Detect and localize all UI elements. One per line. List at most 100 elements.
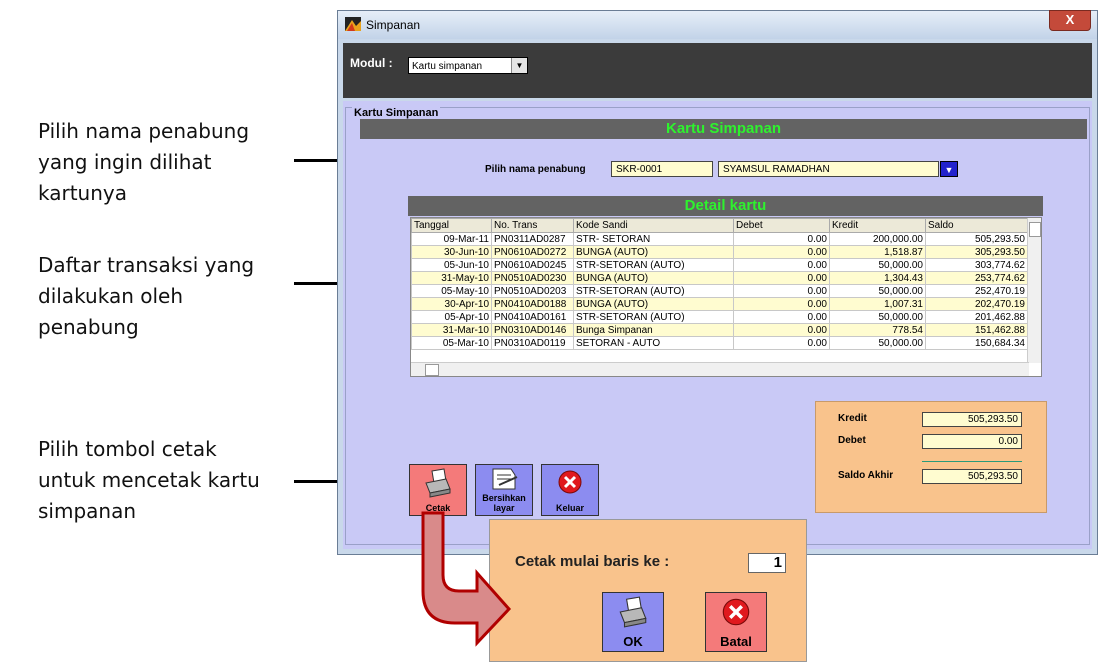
ok-label: OK (623, 634, 643, 649)
modul-select[interactable]: Kartu simpanan ▼ (408, 57, 528, 74)
nasabah-dropdown-icon[interactable]: ▼ (940, 161, 958, 177)
column-header[interactable]: Saldo (925, 218, 1028, 233)
printer-icon (425, 468, 451, 498)
modul-bar: Modul : Kartu simpanan ▼ (343, 43, 1092, 98)
table-row[interactable]: 05-May-10 PN0510AD0203 STR-SETORAN (AUTO) 0… (411, 284, 1028, 298)
debet-label: Debet (838, 435, 866, 446)
annotation-pilih-cetak: Pilih tombol cetak untuk mencetak kartu … (38, 434, 288, 527)
nasabah-name-field[interactable]: SYAMSUL RAMADHAN (718, 161, 939, 177)
table-row[interactable]: 09-Mar-11 PN0311AD0287 STR- SETORAN 0.00 200… (411, 232, 1028, 246)
window-title: Simpanan (366, 18, 421, 32)
kredit-label: Kredit (838, 413, 867, 424)
table-cell: PN0610AD0272 (491, 245, 574, 259)
chevron-down-icon[interactable]: ▼ (511, 58, 527, 73)
clear-screen-icon (492, 468, 518, 490)
table-cell: 0.00 (733, 336, 830, 350)
table-row[interactable]: 30-Jun-10 PN0610AD0272 BUNGA (AUTO) 0.00 1,5… (411, 245, 1028, 259)
annotation-line: Pilih tombol cetak (38, 437, 217, 461)
table-cell: BUNGA (AUTO) (573, 271, 734, 285)
close-button[interactable]: X (1049, 10, 1091, 31)
table-cell: 305,293.50 (925, 245, 1028, 259)
transaction-grid[interactable]: Tanggal No. Trans Kode Sandi Debet Kredi… (410, 217, 1042, 377)
saldo-label: Saldo Akhir (838, 470, 894, 481)
table-cell: 0.00 (733, 323, 830, 337)
table-cell: 0.00 (733, 297, 830, 311)
table-cell: 0.00 (733, 245, 830, 259)
table-row[interactable]: 31-May-10 PN0510AD0230 BUNGA (AUTO) 0.00 1,3… (411, 271, 1028, 285)
annotation-pilih-nama: Pilih nama penabung yang ingin dilihat k… (38, 116, 288, 209)
table-cell: 150,684.34 (925, 336, 1028, 350)
bersihkan-label-line: Bersihkan (482, 493, 526, 503)
annotation-daftar-transaksi: Daftar transaksi yang dilakukan oleh pen… (38, 250, 288, 343)
column-header[interactable]: Kode Sandi (573, 218, 734, 233)
table-cell: PN0311AD0287 (491, 232, 574, 246)
table-cell: PN0410AD0161 (491, 310, 574, 324)
cetak-popup: Cetak mulai baris ke : 1 OK Batal (489, 519, 807, 662)
table-cell: PN0610AD0245 (491, 258, 574, 272)
table-cell: PN0310AD0146 (491, 323, 574, 337)
table-cell: 50,000.00 (829, 336, 926, 350)
table-cell: 202,470.19 (925, 297, 1028, 311)
main-panel: Kartu Simpanan Kartu Simpanan Pilih nama… (343, 101, 1092, 549)
table-cell: SETORAN - AUTO (573, 336, 734, 350)
close-icon (558, 470, 582, 494)
column-header[interactable]: No. Trans (491, 218, 574, 233)
ok-button[interactable]: OK (602, 592, 664, 652)
page-title: Kartu Simpanan (360, 119, 1087, 139)
table-row[interactable]: 31-Mar-10 PN0310AD0146 Bunga Simpanan 0.00 7… (411, 323, 1028, 337)
nasabah-code-field[interactable]: SKR-0001 (611, 161, 713, 177)
printer-icon (619, 596, 647, 628)
table-cell: PN0410AD0188 (491, 297, 574, 311)
table-cell: 05-Mar-10 (411, 336, 492, 350)
popup-label: Cetak mulai baris ke : (515, 553, 670, 570)
nasabah-label: Pilih nama penabung (485, 164, 586, 175)
table-cell: 05-May-10 (411, 284, 492, 298)
scroll-thumb[interactable] (425, 364, 439, 376)
keluar-button[interactable]: Keluar (541, 464, 599, 516)
vertical-scrollbar[interactable] (1027, 218, 1041, 363)
table-cell: 50,000.00 (829, 284, 926, 298)
curved-arrow-icon (421, 511, 512, 647)
column-header[interactable]: Debet (733, 218, 830, 233)
table-cell: 252,470.19 (925, 284, 1028, 298)
table-cell: STR- SETORAN (573, 232, 734, 246)
table-cell: Bunga Simpanan (573, 323, 734, 337)
kredit-field: 505,293.50 (922, 412, 1022, 427)
summary-panel: Kredit 505,293.50 Debet 0.00 Saldo Akhir… (815, 401, 1047, 513)
table-row[interactable]: 05-Jun-10 PN0610AD0245 STR-SETORAN (AUTO) 0… (411, 258, 1028, 272)
column-header[interactable]: Tanggal (411, 218, 492, 233)
annotation-line: Daftar transaksi yang (38, 253, 255, 277)
column-header[interactable]: Kredit (829, 218, 926, 233)
table-header-row: Tanggal No. Trans Kode Sandi Debet Kredi… (411, 218, 1028, 233)
annotation-line: simpanan (38, 499, 137, 523)
scroll-thumb[interactable] (1029, 222, 1041, 237)
annotation-line: dilakukan oleh (38, 284, 183, 308)
table-cell: 303,774.62 (925, 258, 1028, 272)
table-cell: PN0510AD0230 (491, 271, 574, 285)
transaction-table: Tanggal No. Trans Kode Sandi Debet Kredi… (411, 218, 1028, 350)
annotation-line: penabung (38, 315, 139, 339)
detail-title: Detail kartu (408, 196, 1043, 216)
annotation-line: untuk mencetak kartu (38, 468, 260, 492)
horizontal-scrollbar[interactable] (411, 362, 1029, 376)
batal-label: Batal (720, 634, 752, 649)
annotation-line: kartunya (38, 181, 127, 205)
table-cell: 1,518.87 (829, 245, 926, 259)
table-cell: 1,007.31 (829, 297, 926, 311)
start-row-input[interactable]: 1 (748, 553, 786, 573)
table-row[interactable]: 05-Apr-10 PN0410AD0161 STR-SETORAN (AUTO) 0… (411, 310, 1028, 324)
table-cell: BUNGA (AUTO) (573, 297, 734, 311)
table-cell: STR-SETORAN (AUTO) (573, 284, 734, 298)
table-cell: 200,000.00 (829, 232, 926, 246)
table-cell: 0.00 (733, 258, 830, 272)
keluar-label: Keluar (555, 503, 584, 513)
table-cell: STR-SETORAN (AUTO) (573, 310, 734, 324)
table-row[interactable]: 05-Mar-10 PN0310AD0119 SETORAN - AUTO 0.00 5… (411, 336, 1028, 350)
annotation-line: Pilih nama penabung (38, 119, 250, 143)
table-cell: 30-Apr-10 (411, 297, 492, 311)
close-icon (722, 598, 750, 626)
table-row[interactable]: 30-Apr-10 PN0410AD0188 BUNGA (AUTO) 0.00 1,0… (411, 297, 1028, 311)
debet-field: 0.00 (922, 434, 1022, 449)
table-cell: 05-Apr-10 (411, 310, 492, 324)
batal-button[interactable]: Batal (705, 592, 767, 652)
